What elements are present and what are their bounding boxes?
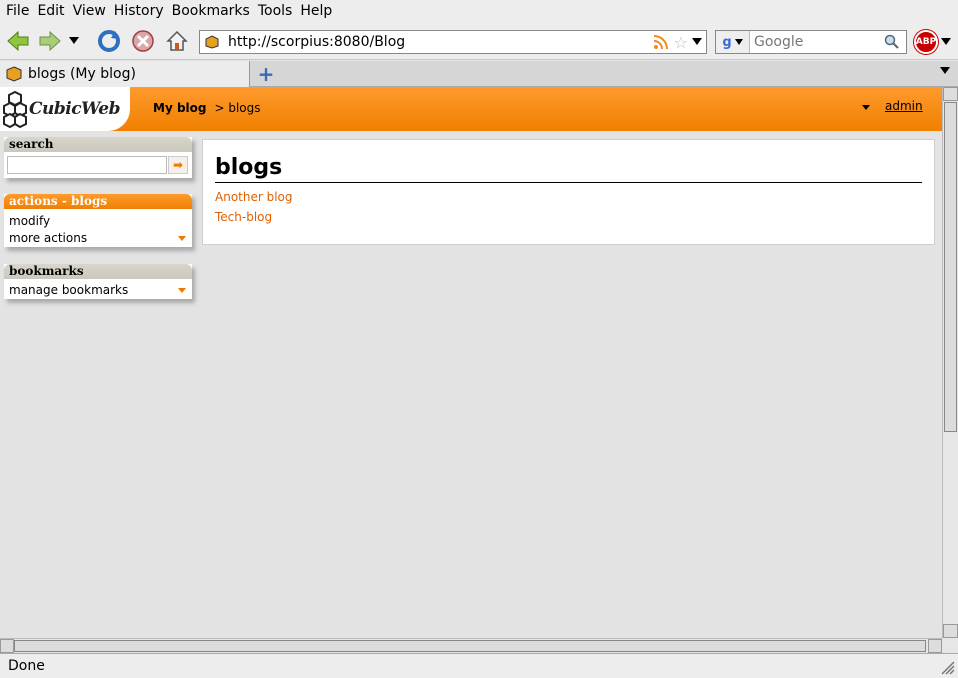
arrow-right-icon: ➡: [172, 158, 184, 172]
more-actions-label: more actions: [9, 231, 88, 245]
chevron-down-icon: [69, 37, 79, 44]
chevron-down-icon: [178, 288, 186, 293]
vertical-scrollbar[interactable]: [942, 87, 958, 638]
user-link[interactable]: admin: [885, 99, 923, 113]
url-text[interactable]: http://scorpius:8080/Blog: [224, 34, 652, 50]
scroll-up-button[interactable]: [943, 87, 958, 101]
stop-button[interactable]: [128, 26, 158, 56]
menu-file[interactable]: File: [2, 3, 33, 19]
new-tab-button[interactable]: +: [256, 62, 276, 86]
home-button[interactable]: [162, 26, 192, 56]
menu-bookmarks[interactable]: Bookmarks: [168, 3, 254, 19]
site-favicon-icon: [6, 66, 22, 82]
tab-list-dropdown-icon[interactable]: [940, 67, 950, 74]
blog-link-another-blog[interactable]: Another blog: [215, 190, 922, 204]
reload-icon: [98, 30, 120, 52]
cube-logo-icon: [3, 90, 27, 129]
rss-feed-icon[interactable]: [652, 33, 670, 51]
scroll-left-button[interactable]: [0, 639, 14, 653]
chevron-down-icon[interactable]: [862, 104, 870, 110]
horizontal-scrollbar[interactable]: [0, 638, 942, 653]
breadcrumb-current: > blogs: [214, 101, 261, 115]
history-dropdown-button[interactable]: [64, 26, 84, 56]
breadcrumb-root-link[interactable]: My blog: [153, 101, 206, 115]
manage-bookmarks[interactable]: manage bookmarks: [4, 282, 192, 299]
bookmarks-box: bookmarks manage bookmarks: [4, 264, 192, 299]
bookmark-star-icon[interactable]: ☆: [674, 33, 688, 52]
search-box: search ➡: [4, 137, 192, 178]
status-text: Done: [8, 658, 45, 674]
scroll-down-button[interactable]: [943, 624, 958, 638]
url-bar[interactable]: http://scorpius:8080/Blog ☆: [199, 30, 707, 54]
tab-title: blogs (My blog): [28, 66, 136, 82]
back-button[interactable]: [3, 26, 33, 56]
site-favicon-icon: [200, 31, 224, 53]
blog-link-tech-blog[interactable]: Tech-blog: [215, 210, 922, 224]
actions-box: actions - blogs modify more actions: [4, 194, 192, 247]
reload-button[interactable]: [94, 26, 124, 56]
back-arrow-icon: [7, 30, 29, 52]
site-search-input[interactable]: [7, 156, 167, 174]
forward-arrow-icon: [39, 30, 61, 52]
google-icon: g: [722, 34, 732, 50]
bookmarks-box-title: bookmarks: [4, 264, 192, 279]
menu-view[interactable]: View: [69, 3, 110, 19]
status-bar: Done: [0, 653, 958, 678]
page-title: blogs: [215, 154, 922, 183]
action-modify[interactable]: modify: [4, 213, 192, 230]
vertical-scroll-thumb[interactable]: [944, 102, 957, 432]
scroll-corner: [942, 638, 958, 652]
main-content: blogs Another blog Tech-blog: [202, 139, 935, 245]
tab-blogs[interactable]: blogs (My blog): [0, 61, 250, 87]
stop-icon: [132, 30, 154, 52]
url-dropdown-icon[interactable]: [692, 38, 702, 46]
search-box-title: search: [4, 137, 192, 152]
magnifier-icon[interactable]: [884, 34, 900, 50]
menu-help[interactable]: Help: [296, 3, 336, 19]
search-row: ➡: [4, 152, 192, 178]
adblock-plus-button[interactable]: ABP: [914, 30, 938, 54]
action-more-actions[interactable]: more actions: [4, 230, 192, 247]
breadcrumb: My blog > blogs: [153, 101, 261, 115]
menu-tools[interactable]: Tools: [254, 3, 297, 19]
tab-bar: blogs (My blog) +: [0, 61, 958, 87]
search-input[interactable]: [750, 34, 884, 50]
manage-bookmarks-label: manage bookmarks: [9, 283, 129, 297]
cubicweb-logo[interactable]: CubicWeb: [0, 87, 130, 131]
adblock-dropdown-icon[interactable]: [941, 38, 951, 46]
menu-bar: File Edit View History Bookmarks Tools H…: [0, 0, 958, 22]
forward-button[interactable]: [35, 26, 65, 56]
menu-history[interactable]: History: [110, 3, 168, 19]
horizontal-scroll-thumb[interactable]: [14, 640, 926, 652]
logo-wordmark: CubicWeb: [29, 99, 121, 119]
resize-grip-icon[interactable]: [936, 658, 956, 676]
navigation-toolbar: http://scorpius:8080/Blog ☆ g ABP: [0, 22, 958, 60]
home-icon: [166, 30, 188, 51]
user-menu[interactable]: admin: [862, 99, 923, 113]
chevron-down-icon: [178, 236, 186, 241]
menu-edit[interactable]: Edit: [33, 3, 68, 19]
chevron-down-icon: [734, 39, 743, 45]
site-header: CubicWeb My blog > blogs admin: [0, 87, 942, 131]
search-go-button[interactable]: ➡: [168, 156, 188, 174]
search-engine-selector[interactable]: g: [716, 31, 750, 53]
search-bar[interactable]: g: [715, 30, 907, 54]
page-viewport: CubicWeb My blog > blogs admin search ➡ a…: [0, 87, 942, 638]
actions-box-title: actions - blogs: [4, 194, 192, 209]
scroll-right-button[interactable]: [928, 639, 942, 653]
